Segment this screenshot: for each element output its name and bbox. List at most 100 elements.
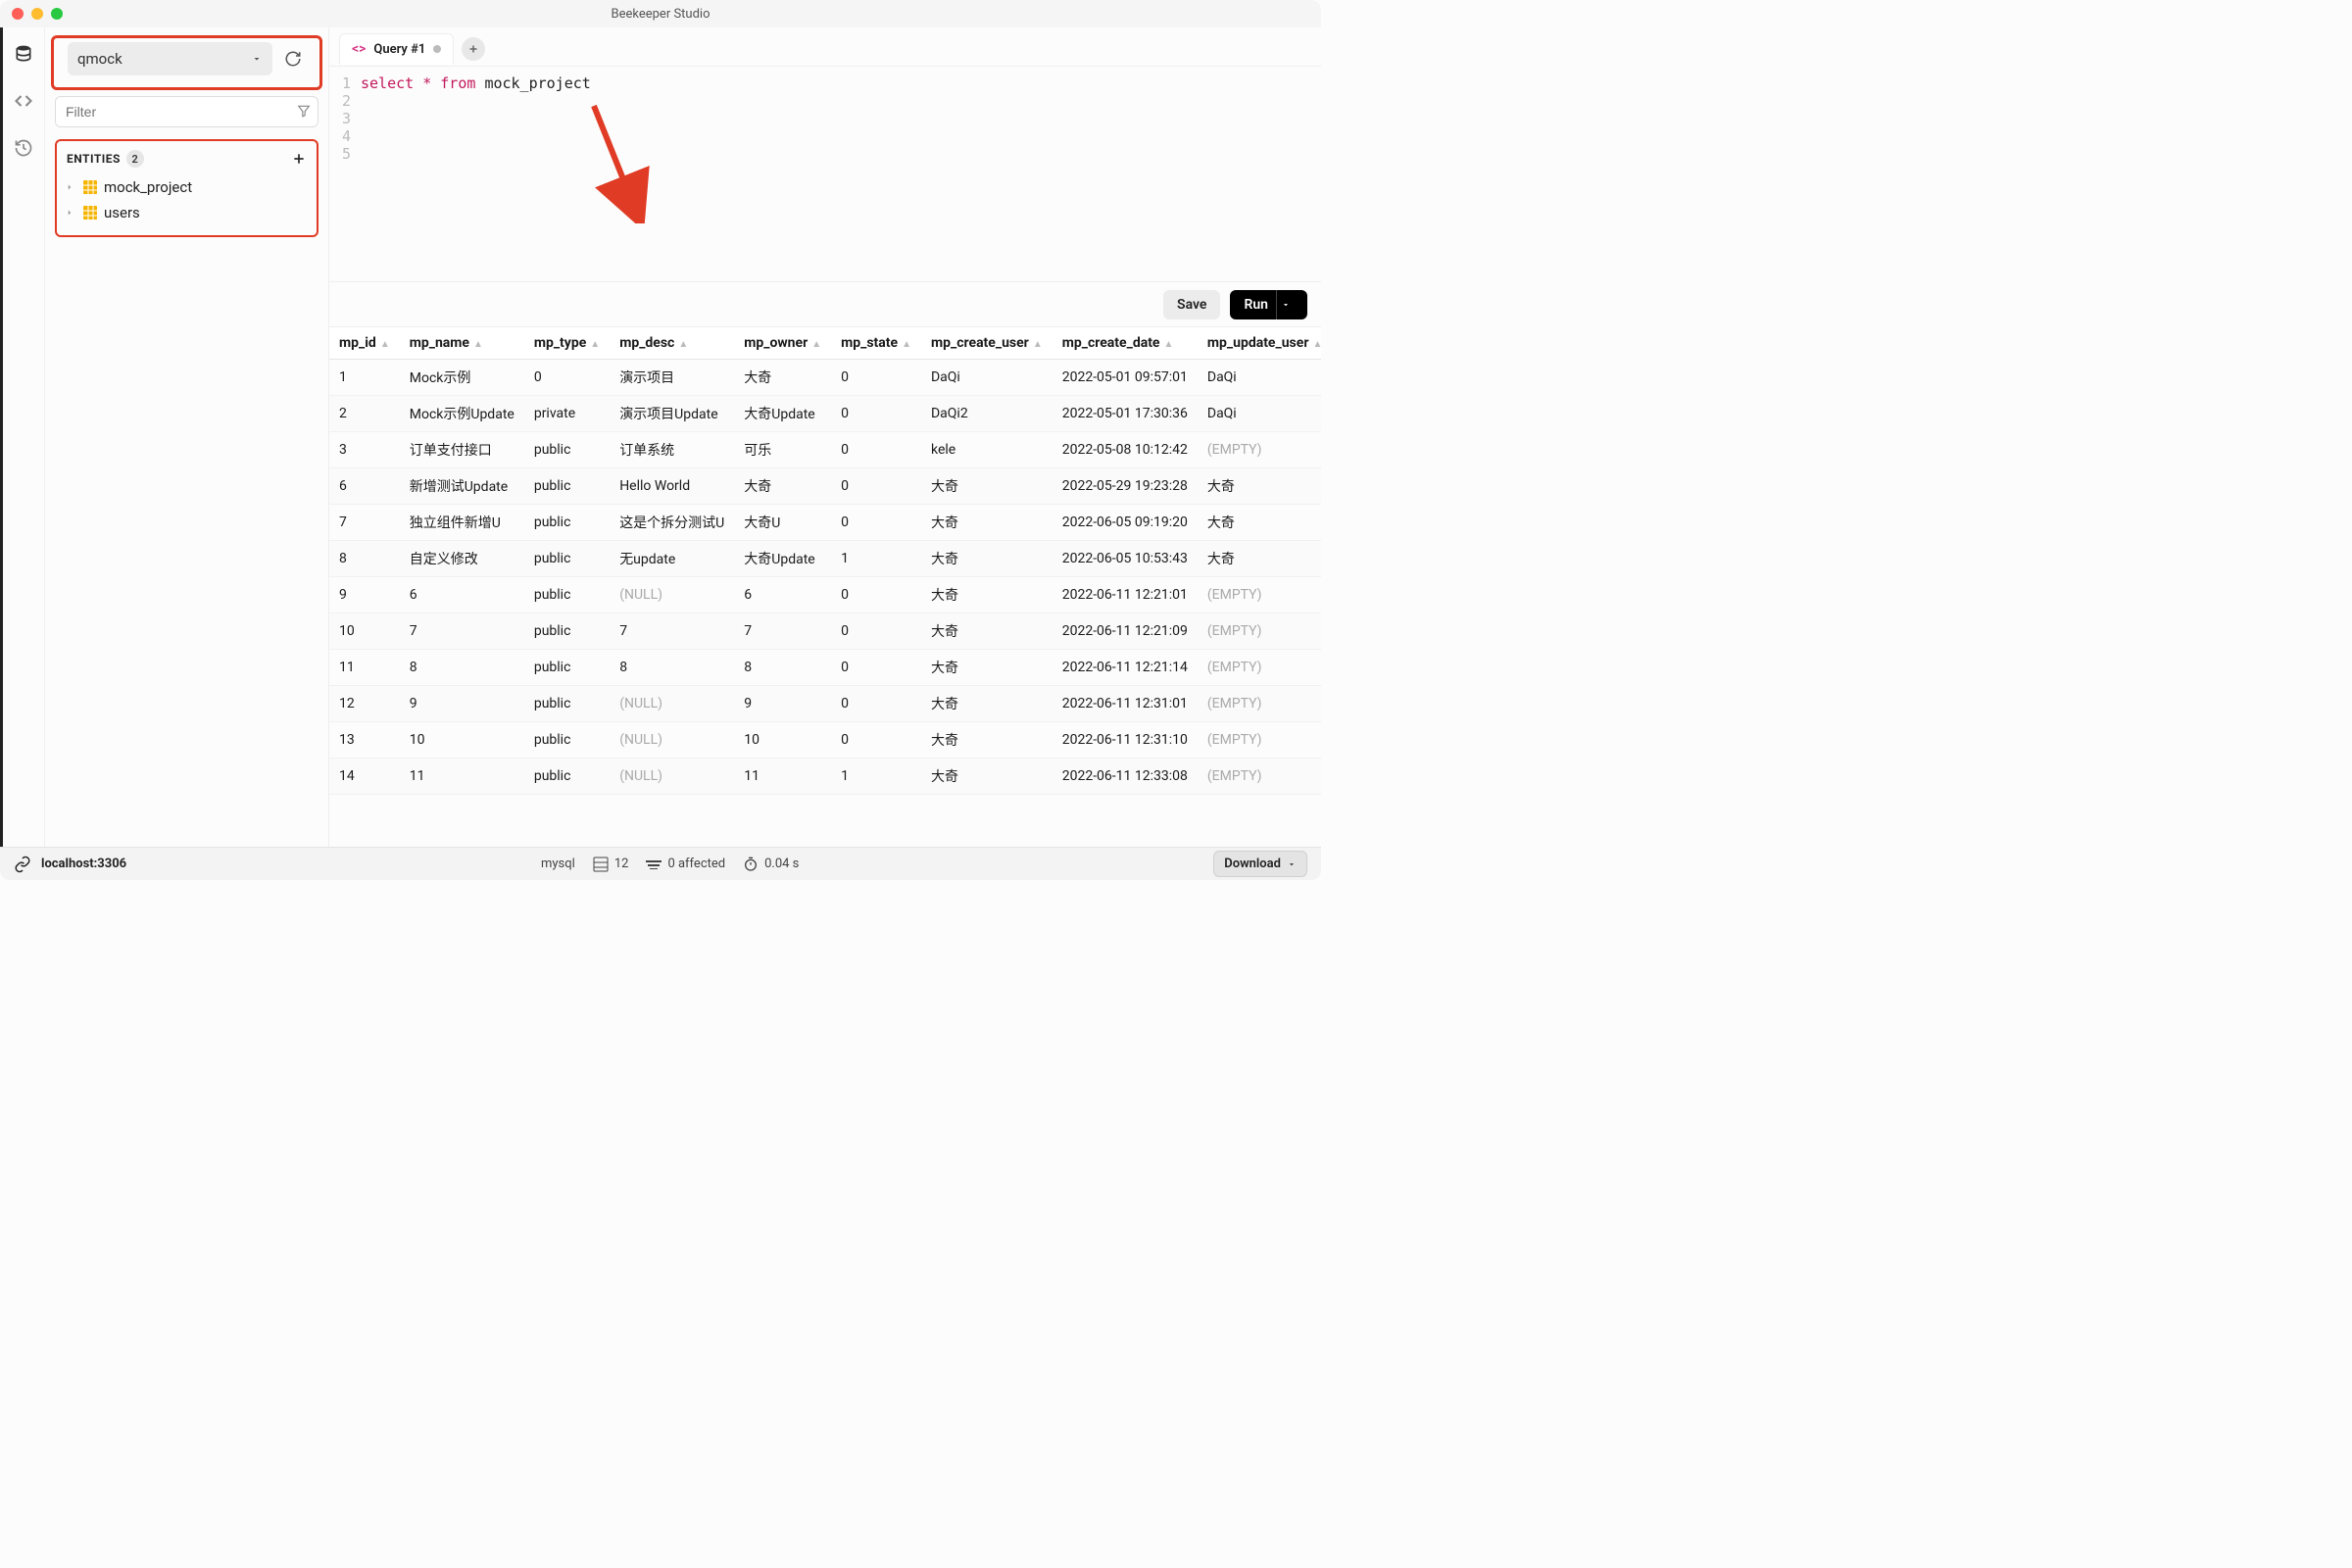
table-cell[interactable]: 10 (400, 722, 524, 759)
table-cell[interactable]: 0 (831, 577, 921, 613)
table-cell[interactable]: 7 (610, 613, 734, 650)
table-cell[interactable]: 大奇Update (734, 396, 831, 432)
column-header[interactable]: mp_id▲ (329, 327, 400, 360)
refresh-button[interactable] (280, 46, 306, 72)
table-cell[interactable]: 大奇 (734, 468, 831, 505)
table-cell[interactable]: (NULL) (610, 686, 734, 722)
table-cell[interactable]: 0 (831, 360, 921, 396)
table-cell[interactable]: 大奇 (921, 650, 1053, 686)
table-cell[interactable]: 独立组件新增U (400, 505, 524, 541)
table-cell[interactable]: 自定义修改 (400, 541, 524, 577)
tab-query-1[interactable]: <> Query #1 (339, 33, 454, 65)
table-cell[interactable]: Hello World (610, 468, 734, 505)
table-cell[interactable]: 大奇 (1198, 505, 1321, 541)
table-cell[interactable]: 2022-05-01 17:30:36 (1053, 396, 1198, 432)
table-cell[interactable]: public (524, 505, 610, 541)
column-header[interactable]: mp_type▲ (524, 327, 610, 360)
table-cell[interactable]: 2022-06-11 12:31:01 (1053, 686, 1198, 722)
table-cell[interactable]: 大奇U (734, 505, 831, 541)
table-cell[interactable]: 1 (329, 360, 400, 396)
table-cell[interactable]: 2022-06-05 09:19:20 (1053, 505, 1198, 541)
table-cell[interactable]: 12 (329, 686, 400, 722)
table-cell[interactable]: 大奇 (734, 360, 831, 396)
column-header[interactable]: mp_owner▲ (734, 327, 831, 360)
table-cell[interactable]: (EMPTY) (1198, 686, 1321, 722)
table-cell[interactable]: Mock示例 (400, 360, 524, 396)
table-cell[interactable]: 11 (734, 759, 831, 795)
run-button[interactable]: Run (1230, 290, 1307, 319)
table-cell[interactable]: 6 (329, 468, 400, 505)
table-cell[interactable]: 大奇 (921, 577, 1053, 613)
table-cell[interactable]: 新增测试Update (400, 468, 524, 505)
table-cell[interactable]: 10 (329, 613, 400, 650)
table-cell[interactable]: 0 (831, 686, 921, 722)
table-cell[interactable]: (NULL) (610, 577, 734, 613)
table-cell[interactable]: 9 (734, 686, 831, 722)
run-dropdown-icon[interactable] (1276, 290, 1294, 319)
table-cell[interactable]: 6 (734, 577, 831, 613)
table-cell[interactable]: 2022-06-11 12:21:09 (1053, 613, 1198, 650)
table-cell[interactable]: 无update (610, 541, 734, 577)
table-cell[interactable]: (EMPTY) (1198, 722, 1321, 759)
table-cell[interactable]: 0 (831, 432, 921, 468)
table-cell[interactable]: 0 (831, 613, 921, 650)
table-cell[interactable]: 2022-06-11 12:21:01 (1053, 577, 1198, 613)
table-cell[interactable]: (NULL) (610, 759, 734, 795)
table-cell[interactable]: 演示项目 (610, 360, 734, 396)
table-cell[interactable]: 7 (400, 613, 524, 650)
entity-item[interactable]: users (63, 200, 311, 225)
table-cell[interactable]: 9 (329, 577, 400, 613)
table-row[interactable]: 1310public(NULL)100大奇2022-06-11 12:31:10… (329, 722, 1321, 759)
table-cell[interactable]: 11 (400, 759, 524, 795)
table-cell[interactable]: 9 (400, 686, 524, 722)
table-cell[interactable]: DaQi (1198, 360, 1321, 396)
table-cell[interactable]: (EMPTY) (1198, 577, 1321, 613)
table-cell[interactable]: public (524, 759, 610, 795)
entity-item[interactable]: mock_project (63, 174, 311, 200)
table-cell[interactable]: 大奇 (1198, 468, 1321, 505)
table-cell[interactable]: 1 (831, 759, 921, 795)
column-header[interactable]: mp_update_user▲ (1198, 327, 1321, 360)
column-header[interactable]: mp_create_user▲ (921, 327, 1053, 360)
table-cell[interactable]: 0 (831, 722, 921, 759)
table-cell[interactable]: 3 (329, 432, 400, 468)
add-tab-button[interactable] (462, 37, 485, 61)
code-icon[interactable] (13, 90, 34, 112)
table-cell[interactable]: 13 (329, 722, 400, 759)
table-cell[interactable]: 大奇 (1198, 541, 1321, 577)
table-cell[interactable]: 订单支付接口 (400, 432, 524, 468)
table-cell[interactable]: 6 (400, 577, 524, 613)
table-cell[interactable]: 大奇 (921, 722, 1053, 759)
table-cell[interactable]: (NULL) (610, 722, 734, 759)
table-cell[interactable]: 大奇Update (734, 541, 831, 577)
filter-input[interactable] (55, 96, 318, 127)
table-row[interactable]: 129public(NULL)90大奇2022-06-11 12:31:01(E… (329, 686, 1321, 722)
table-row[interactable]: 6新增测试UpdatepublicHello World大奇0大奇2022-05… (329, 468, 1321, 505)
table-cell[interactable]: public (524, 577, 610, 613)
table-cell[interactable]: 8 (329, 541, 400, 577)
table-cell[interactable]: public (524, 722, 610, 759)
table-cell[interactable]: Mock示例Update (400, 396, 524, 432)
table-cell[interactable]: public (524, 650, 610, 686)
table-cell[interactable]: 11 (329, 650, 400, 686)
table-row[interactable]: 1411public(NULL)111大奇2022-06-11 12:33:08… (329, 759, 1321, 795)
table-cell[interactable]: 大奇 (921, 686, 1053, 722)
table-cell[interactable]: 大奇 (921, 505, 1053, 541)
table-cell[interactable]: 7 (329, 505, 400, 541)
table-cell[interactable]: 这是个拆分测试U (610, 505, 734, 541)
table-cell[interactable]: public (524, 468, 610, 505)
table-cell[interactable]: public (524, 432, 610, 468)
table-row[interactable]: 96public(NULL)60大奇2022-06-11 12:21:01(EM… (329, 577, 1321, 613)
table-cell[interactable]: DaQi (1198, 396, 1321, 432)
table-cell[interactable]: 14 (329, 759, 400, 795)
table-row[interactable]: 7独立组件新增Upublic这是个拆分测试U大奇U0大奇2022-06-05 0… (329, 505, 1321, 541)
table-cell[interactable]: 0 (831, 650, 921, 686)
save-button[interactable]: Save (1163, 290, 1220, 319)
table-cell[interactable]: (EMPTY) (1198, 432, 1321, 468)
table-row[interactable]: 2Mock示例Updateprivate演示项目Update大奇Update0D… (329, 396, 1321, 432)
table-cell[interactable]: public (524, 686, 610, 722)
table-cell[interactable]: 8 (734, 650, 831, 686)
table-cell[interactable]: kele (921, 432, 1053, 468)
table-row[interactable]: 8自定义修改public无update大奇Update1大奇2022-06-05… (329, 541, 1321, 577)
table-cell[interactable]: private (524, 396, 610, 432)
